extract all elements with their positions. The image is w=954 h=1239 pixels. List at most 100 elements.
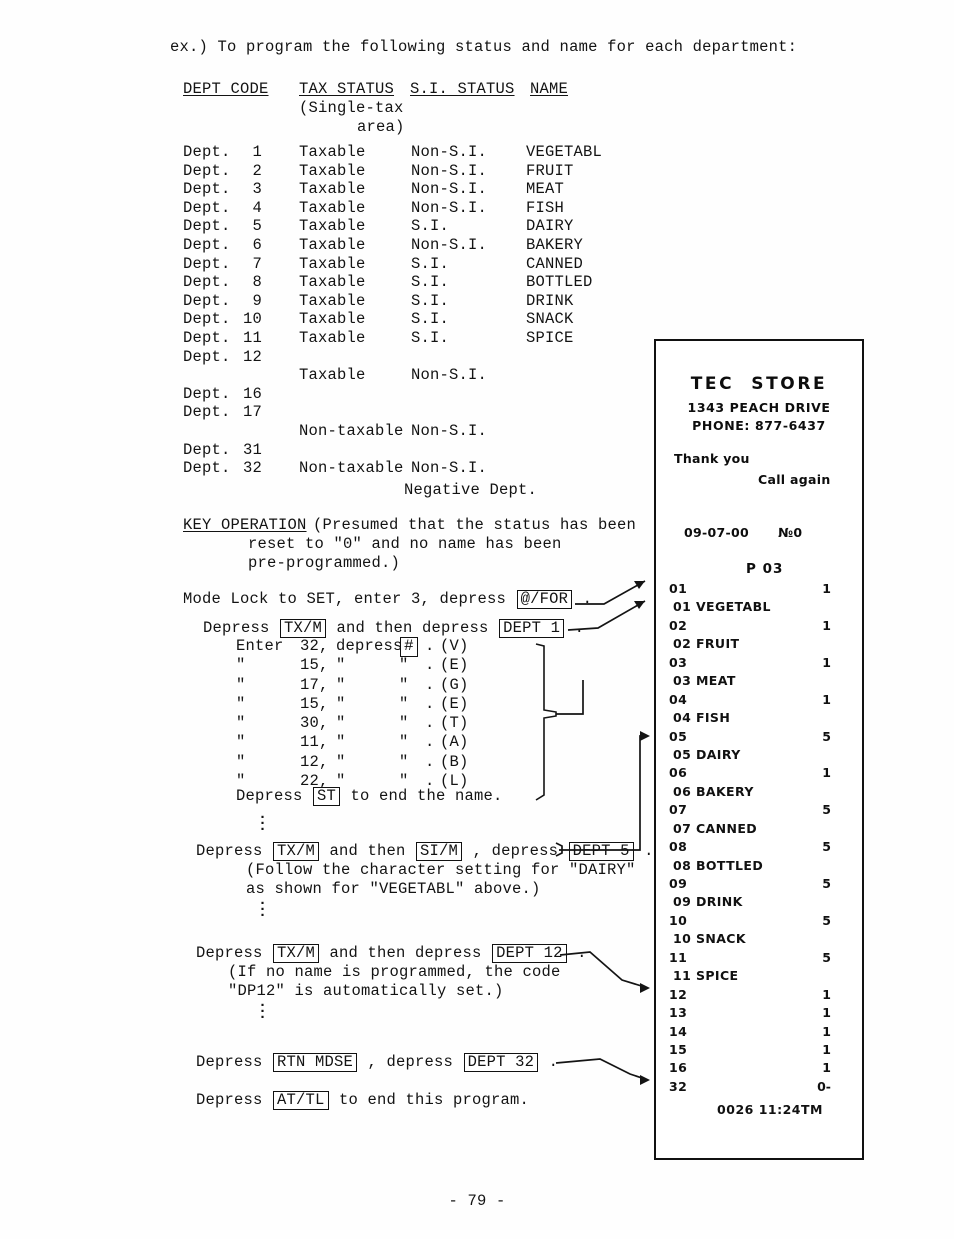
- dept1-pre: Depress: [203, 619, 280, 637]
- cell-si-status: S.I.: [411, 273, 450, 292]
- st-pre: Depress: [236, 787, 313, 805]
- key-at-for[interactable]: @/FOR: [516, 590, 573, 610]
- entry-depress-word: ": [336, 714, 346, 733]
- cell-tax-status: Taxable: [299, 254, 366, 273]
- dept12-post: .: [567, 944, 587, 962]
- entry-lead: ": [236, 733, 246, 752]
- receipt-row-value: 1: [822, 1041, 831, 1057]
- key-si-m[interactable]: SI/M: [416, 842, 463, 862]
- receipt-row-code: 09: [669, 876, 688, 891]
- receipt-row-code: 15: [669, 1041, 688, 1057]
- receipt-row: 12 1: [656, 987, 862, 1005]
- column-header-tax-status: TAX STATUS: [299, 80, 395, 98]
- cell-dept-label: Dept. 5: [183, 217, 262, 236]
- dept5-pre: Depress: [196, 842, 273, 860]
- key-hash[interactable]: #: [400, 637, 418, 657]
- entry-character: (E): [440, 656, 469, 675]
- receipt-row-value: 1: [822, 654, 831, 670]
- key-dept-5[interactable]: DEPT 5: [568, 842, 634, 862]
- receipt-row-code: 01 VEGETABL: [673, 599, 771, 615]
- receipt-store-name: TEC STORE: [690, 374, 828, 394]
- cell-dept-label: Dept. 6: [183, 235, 262, 254]
- mode-lock-text: Mode Lock to SET, enter 3, depress: [183, 590, 516, 608]
- receipt-row-code: 02: [669, 617, 688, 633]
- receipt-row: 14 1: [656, 1024, 862, 1042]
- receipt-date: 09-07-00: [684, 525, 749, 540]
- key-operation-heading: KEY OPERATION: [183, 516, 307, 534]
- receipt-row: 03 1: [656, 655, 862, 673]
- dept12-mid: and then depress: [320, 944, 492, 962]
- key-dept-12[interactable]: DEPT 12: [492, 944, 567, 964]
- entry-lead: ": [236, 714, 246, 733]
- cell-dept-number: 5: [252, 217, 262, 236]
- receipt-address: 1343 PEACH DRIVE: [687, 400, 831, 415]
- cell-name: BOTTLED: [526, 273, 593, 292]
- key-tx-m[interactable]: TX/M: [280, 619, 327, 639]
- ditto-mark-3: ": [399, 714, 409, 733]
- receipt-row-code: 06 BAKERY: [673, 783, 754, 799]
- receipt-row-code: 01: [669, 581, 688, 596]
- receipt-row: 04 1: [656, 692, 862, 710]
- cell-name: SPICE: [526, 328, 574, 347]
- key-dept-1[interactable]: DEPT 1: [499, 619, 565, 639]
- cell-si-status: S.I.: [411, 254, 450, 273]
- receipt-row-code: 07: [669, 802, 688, 818]
- receipt-row: 07 CANNED: [656, 821, 862, 839]
- receipt-row-value: 1: [822, 581, 831, 596]
- dept1-instruction: Depress TX/M and then depress DEPT 1 .: [203, 619, 585, 639]
- key-tx-m-2[interactable]: TX/M: [273, 842, 320, 862]
- receipt-row: 10 SNACK: [656, 931, 862, 949]
- entry-depress-word: ": [336, 656, 346, 675]
- receipt-thank-you: Thank you: [674, 451, 750, 466]
- dept1-post: .: [565, 619, 585, 637]
- entry-character: (V): [440, 637, 469, 655]
- cell-dept-label: Dept. 17: [183, 403, 262, 422]
- key-at-tl[interactable]: AT/TL: [273, 1091, 329, 1111]
- column-header-name: NAME: [530, 80, 569, 98]
- receipt-row-code: 12: [669, 986, 688, 1002]
- receipt-row: 02 FRUIT: [656, 636, 862, 654]
- cell-name: FISH: [526, 198, 565, 217]
- dept12-pre: Depress: [196, 944, 273, 962]
- cell-dept-number: 10: [242, 310, 262, 329]
- receipt-row-value: 5: [822, 728, 831, 744]
- receipt-row: 05 DAIRY: [656, 747, 862, 765]
- entry-period: .: [425, 694, 435, 713]
- cell-dept-label: Dept. 3: [183, 180, 262, 199]
- receipt-row: 32 0-: [656, 1079, 862, 1097]
- entry-depress-word: ": [336, 675, 346, 694]
- cell-dept-number: 11: [242, 328, 262, 347]
- receipt-row-code: 11: [669, 949, 688, 965]
- ditto-mark-3: ": [399, 694, 409, 713]
- st-post: to end the name.: [341, 787, 503, 805]
- ditto-mark-3: ": [399, 656, 409, 675]
- key-rtn-mdse[interactable]: RTN MDSE: [273, 1053, 358, 1073]
- tax-status-subnote-2: area): [357, 118, 405, 136]
- cell-dept-label: Dept. 31: [183, 440, 262, 459]
- entry-period: .: [425, 675, 435, 694]
- receipt-row-code: 06: [669, 765, 688, 781]
- ellipsis-1: ...: [258, 806, 268, 835]
- dept5-post: .: [634, 842, 654, 860]
- cell-dept-number: 8: [252, 273, 262, 292]
- receipt-row-code: 13: [669, 1005, 688, 1021]
- entry-code-number: 12,: [300, 752, 329, 771]
- cell-dept-number: 6: [252, 235, 262, 254]
- page-number: - 79 -: [448, 1192, 506, 1210]
- receipt-row: 03 MEAT: [656, 673, 862, 691]
- key-tx-m-3[interactable]: TX/M: [273, 944, 320, 964]
- cell-tax-status: Taxable: [299, 291, 366, 310]
- receipt-program-label: P 03: [746, 561, 784, 577]
- cell-si-status: Non-S.I.: [411, 366, 488, 385]
- receipt-row: 07 5: [656, 802, 862, 820]
- receipt-row-code: 08: [669, 839, 688, 855]
- receipt-register-number: №0: [778, 525, 803, 540]
- entry-character: (A): [440, 733, 469, 752]
- receipt-row: 11 SPICE: [656, 968, 862, 986]
- dept5-note-2: as shown for "VEGETABL" above.): [246, 880, 541, 898]
- ditto-mark-3: ": [399, 752, 409, 771]
- receipt-row: 15 1: [656, 1042, 862, 1060]
- key-st[interactable]: ST: [313, 787, 341, 807]
- key-dept-32[interactable]: DEPT 32: [463, 1053, 539, 1073]
- entry-lead: ": [236, 694, 246, 713]
